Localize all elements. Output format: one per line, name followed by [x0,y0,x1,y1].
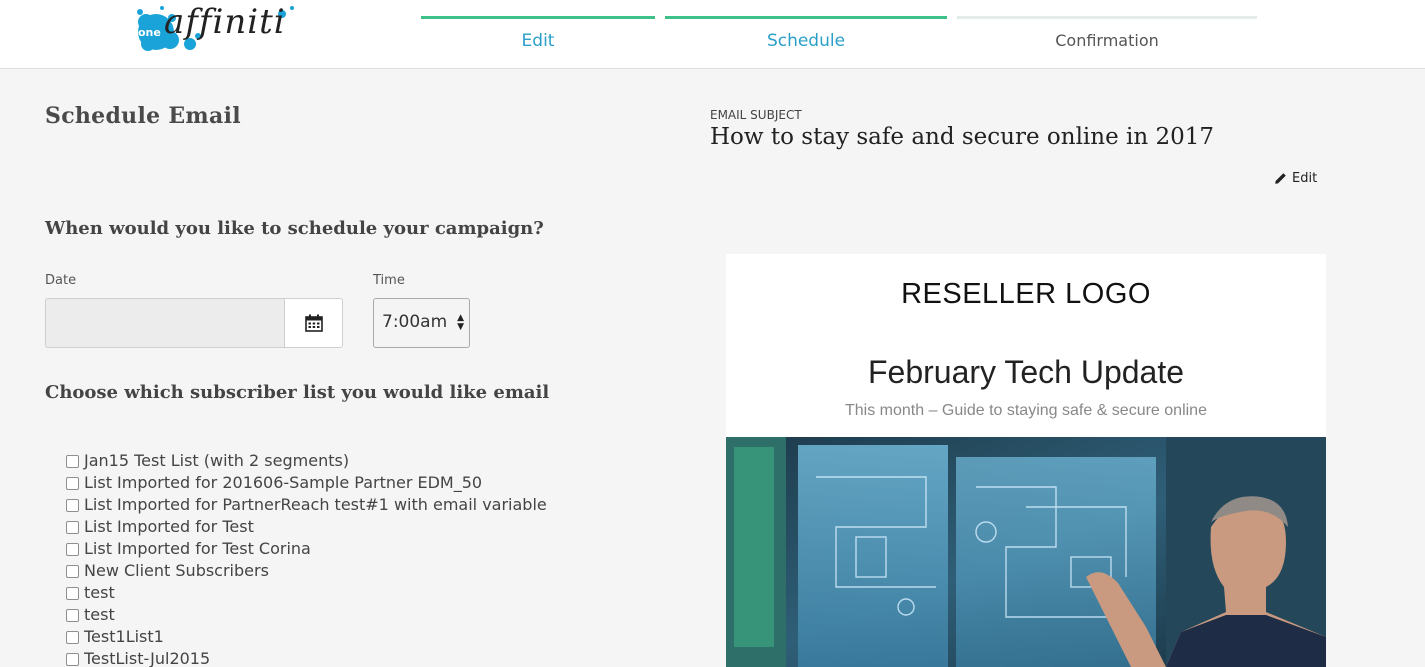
step-confirmation[interactable]: Confirmation [957,16,1257,68]
step-confirmation-label: Confirmation [1055,31,1159,50]
list-item-label: Jan15 Test List (with 2 segments) [84,450,350,470]
list-item-label: List Imported for Test [84,516,254,536]
list-checkbox[interactable] [66,499,79,512]
list-item-label: TestList-Jul2015 [84,648,211,667]
list-item[interactable]: List Imported for PartnerReach test#1 wi… [66,493,547,515]
email-preview: RESELLER LOGO February Tech Update This … [726,254,1326,667]
email-subject-label: EMAIL SUBJECT [710,108,802,122]
list-item[interactable]: test [66,581,547,603]
list-item-label: test [84,604,115,624]
select-arrows-icon: ▲ ▼ [457,313,464,332]
list-checkbox[interactable] [66,521,79,534]
list-item-label: test [84,582,115,602]
date-input[interactable] [45,298,285,348]
date-label: Date [45,273,77,288]
list-checkbox[interactable] [66,587,79,600]
calendar-button[interactable] [284,298,343,348]
list-item[interactable]: TestList-Jul2015 [66,647,547,667]
list-item-label: New Client Subscribers [84,560,269,580]
step-schedule[interactable]: Schedule [665,16,947,68]
email-subject-text: How to stay safe and secure online in 20… [710,124,1215,150]
step-confirmation-bar [957,16,1257,19]
brand-logo[interactable]: one affiniti [134,0,304,56]
top-bar: one affiniti Edit Schedule Confirmation [0,0,1425,69]
step-edit-label: Edit [521,31,555,51]
list-item[interactable]: Test1List1 [66,625,547,647]
list-item[interactable]: Jan15 Test List (with 2 segments) [66,449,547,471]
preview-title: February Tech Update [867,354,1185,390]
step-edit[interactable]: Edit [421,16,655,68]
list-item[interactable]: New Client Subscribers [66,559,547,581]
list-checkbox[interactable] [66,609,79,622]
list-item-label: List Imported for Test Corina [84,538,311,558]
list-checkbox[interactable] [66,543,79,556]
list-checkbox[interactable] [66,631,79,644]
list-item-label: List Imported for 201606-Sample Partner … [84,472,483,492]
time-select-value: 7:00am [382,312,448,332]
list-item[interactable]: List Imported for Test [66,515,547,537]
subscriber-question: Choose which subscriber list you would l… [45,382,550,403]
edit-subject-label: Edit [1292,171,1318,186]
time-select[interactable]: 7:00am ▲ ▼ [373,298,470,348]
list-item[interactable]: List Imported for 201606-Sample Partner … [66,471,547,493]
logo-prefix: one [138,26,161,39]
step-edit-bar [421,16,655,19]
subscriber-list: Jan15 Test List (with 2 segments) List I… [66,449,547,667]
preview-subtitle: This month – Guide to staying safe & sec… [845,402,1207,419]
calendar-icon [304,314,323,332]
logo-wordmark: affiniti [164,2,286,42]
list-item[interactable]: List Imported for Test Corina [66,537,547,559]
step-schedule-label: Schedule [766,31,846,51]
pencil-icon [1275,173,1286,184]
preview-hero-image [726,437,1326,667]
list-checkbox[interactable] [66,455,79,468]
edit-subject-button[interactable]: Edit [1274,171,1317,186]
list-checkbox[interactable] [66,565,79,578]
time-label: Time [373,273,405,288]
list-item-label: List Imported for PartnerReach test#1 wi… [84,494,547,514]
list-item[interactable]: test [66,603,547,625]
step-schedule-bar [665,16,947,19]
page-title: Schedule Email [45,103,241,129]
list-checkbox[interactable] [66,477,79,490]
schedule-question: When would you like to schedule your cam… [45,218,544,239]
list-item-label: Test1List1 [84,626,164,646]
preview-reseller-logo: RESELLER LOGO [901,278,1151,310]
list-checkbox[interactable] [66,653,79,666]
